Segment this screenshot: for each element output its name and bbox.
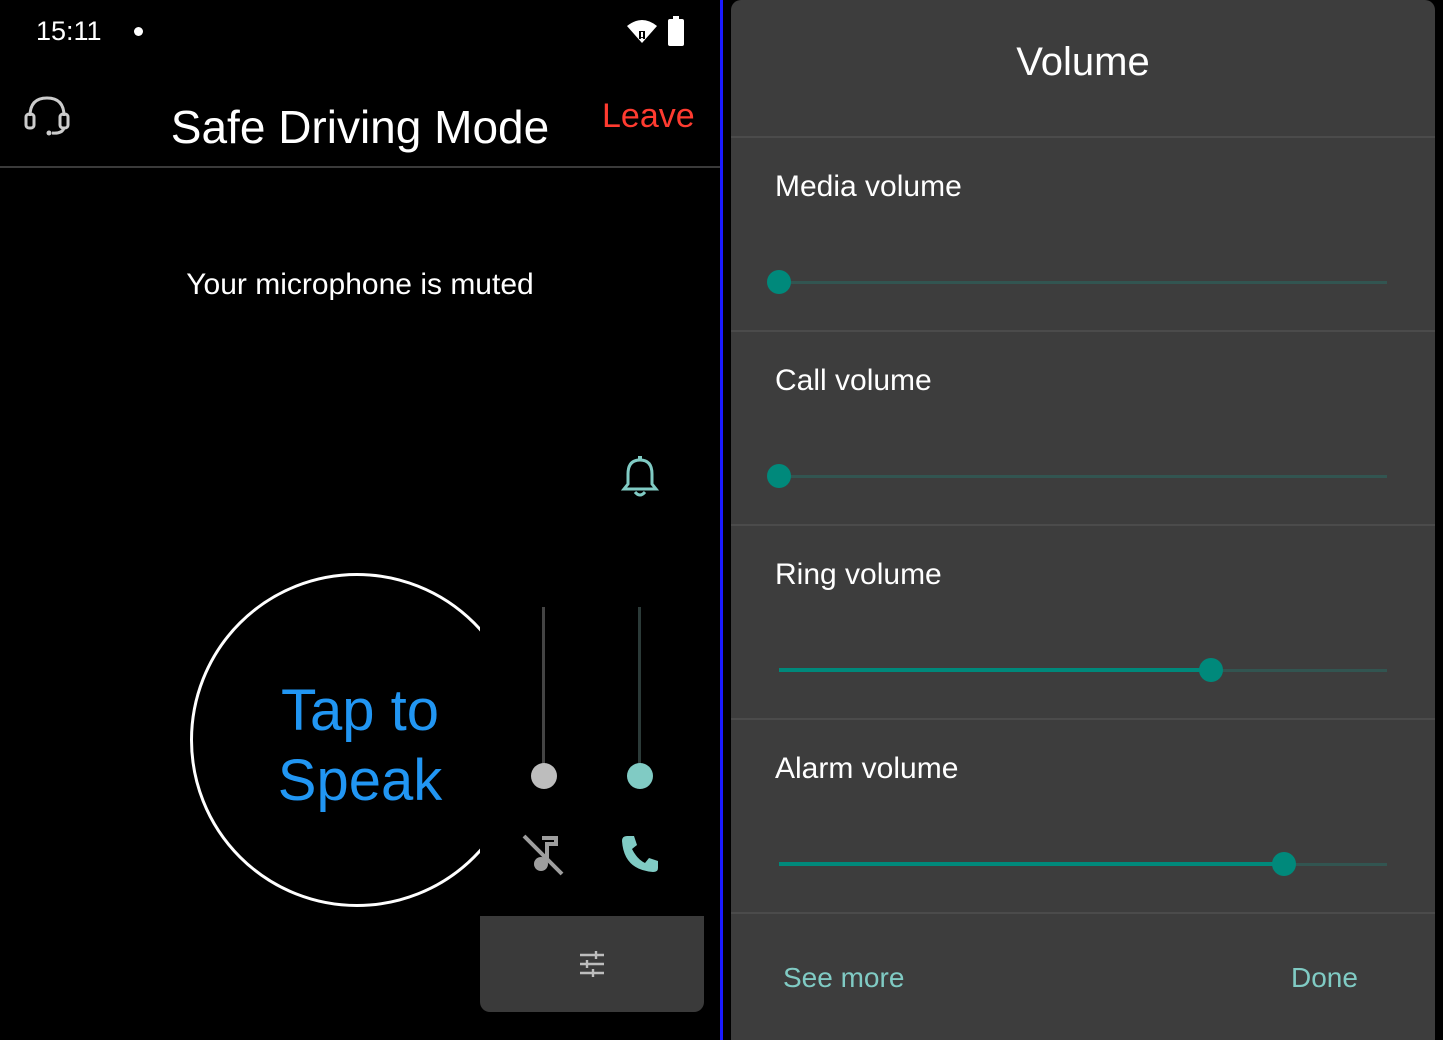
wifi-icon xyxy=(627,20,657,43)
footer-divider xyxy=(731,912,1435,914)
media-volume-label: Media volume xyxy=(775,170,962,203)
bell-icon[interactable] xyxy=(620,456,660,498)
leave-button[interactable]: Leave xyxy=(602,97,695,136)
done-button[interactable]: Done xyxy=(1291,962,1358,994)
media-volume-thumb[interactable] xyxy=(767,270,791,294)
status-time: 15:11 xyxy=(36,16,102,46)
dialog-title: Volume xyxy=(1016,40,1150,84)
media-vertical-slider-thumb[interactable] xyxy=(531,763,557,789)
battery-icon xyxy=(668,16,684,46)
alarm-volume-label: Alarm volume xyxy=(775,752,959,785)
call-volume-label: Call volume xyxy=(775,364,932,397)
music-off-icon[interactable] xyxy=(520,832,566,876)
ring-volume-label: Ring volume xyxy=(775,558,942,591)
media-vertical-slider-track[interactable] xyxy=(542,607,545,775)
tune-icon xyxy=(580,951,604,977)
ring-volume-fill xyxy=(779,668,1211,672)
row-divider xyxy=(731,330,1435,332)
phone-icon[interactable] xyxy=(618,832,662,876)
ring-volume-thumb[interactable] xyxy=(1198,658,1223,682)
row-divider xyxy=(731,524,1435,526)
alarm-volume-thumb[interactable] xyxy=(1271,852,1296,876)
call-volume-thumb[interactable] xyxy=(767,464,791,488)
call-vertical-slider-track[interactable] xyxy=(638,607,641,775)
title-divider xyxy=(731,136,1435,138)
call-vertical-slider-thumb[interactable] xyxy=(627,763,653,789)
tap-line-2: Speak xyxy=(277,748,443,813)
call-volume-slider[interactable] xyxy=(779,475,1387,478)
row-divider xyxy=(731,718,1435,720)
mute-notice: Your microphone is muted xyxy=(186,268,534,301)
media-volume-slider[interactable] xyxy=(779,281,1387,284)
tap-line-1: Tap to xyxy=(281,678,439,743)
tap-to-speak-label: Tap to Speak xyxy=(200,676,520,816)
safe-driving-screen: 15:11 Safe Driving Mode Leave Your micro… xyxy=(0,0,720,1040)
split-divider xyxy=(720,0,723,1040)
header-divider xyxy=(0,166,720,168)
see-more-button[interactable]: See more xyxy=(783,962,904,994)
volume-dialog: Volume Media volume Call volume Ring vol… xyxy=(731,0,1435,1040)
notification-dot xyxy=(134,27,143,36)
alarm-volume-fill xyxy=(779,862,1284,866)
